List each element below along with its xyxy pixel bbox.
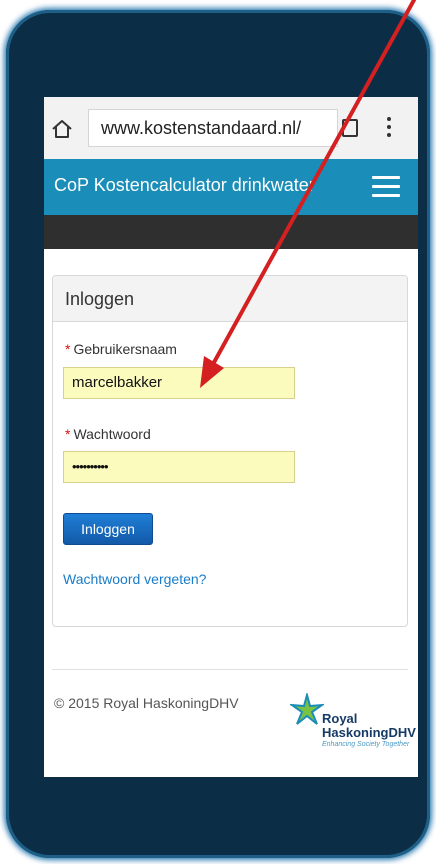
hamburger-menu-icon[interactable] <box>372 176 400 198</box>
browser-menu-icon[interactable] <box>386 117 392 139</box>
app-header: CoP Kostencalculator drinkwater <box>44 159 418 215</box>
logo-line1: Royal <box>322 711 358 726</box>
login-panel: Inloggen * Gebruikersnaam marcelbakker * W… <box>52 275 408 627</box>
forgot-password-link[interactable]: Wachtwoord vergeten? <box>63 571 206 587</box>
home-icon[interactable] <box>50 117 74 141</box>
phone-screen: www.kostenstandaard.nl/ CoP Kostencalcul… <box>44 97 418 777</box>
password-label: * Wachtwoord <box>65 426 151 442</box>
copyright-text: © 2015 Royal HaskoningDHV <box>54 695 239 711</box>
logo-tagline: Enhancing Society Together <box>322 741 410 748</box>
url-field[interactable]: www.kostenstandaard.nl/ <box>88 109 338 147</box>
browser-address-bar: www.kostenstandaard.nl/ <box>44 97 418 159</box>
username-label: * Gebruikersnaam <box>65 341 177 357</box>
company-logo[interactable]: Royal HaskoningDHV Enhancing Society Tog… <box>290 693 416 757</box>
logo-line2: HaskoningDHV <box>322 725 416 740</box>
password-label-text: Wachtwoord <box>73 426 151 442</box>
navigation-bar <box>44 215 418 249</box>
password-input[interactable]: •••••••••• <box>63 451 295 483</box>
login-button[interactable]: Inloggen <box>63 513 153 545</box>
logo-star-icon <box>290 693 324 725</box>
login-panel-heading: Inloggen <box>53 276 407 322</box>
username-input[interactable]: marcelbakker <box>63 367 295 399</box>
footer-divider <box>52 669 408 670</box>
required-marker: * <box>65 341 71 357</box>
required-marker: * <box>65 426 71 442</box>
tabs-icon[interactable] <box>342 119 358 137</box>
username-label-text: Gebruikersnaam <box>73 341 177 357</box>
app-title: CoP Kostencalculator drinkwater <box>54 175 315 195</box>
